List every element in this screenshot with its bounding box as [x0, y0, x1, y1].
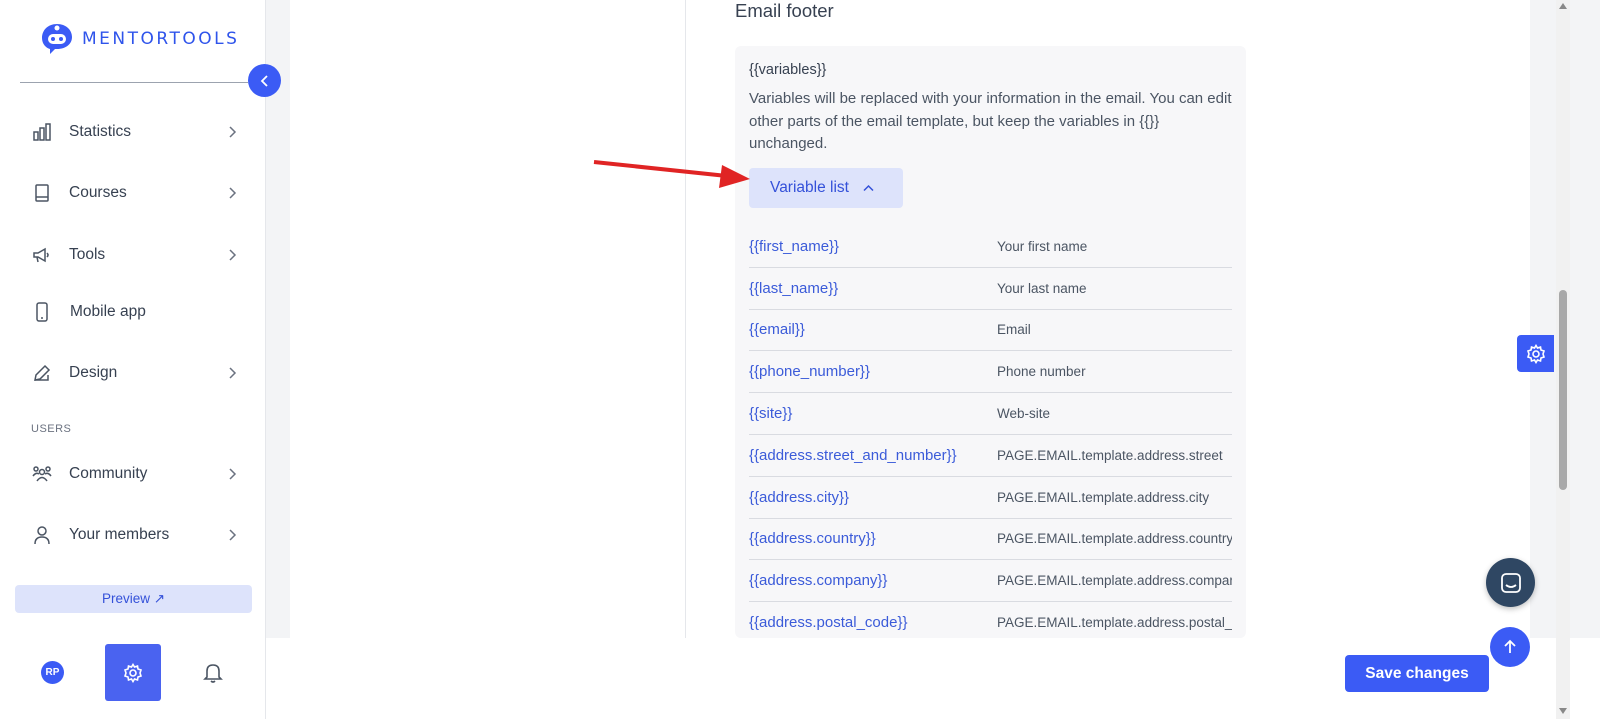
- save-changes-button[interactable]: Save changes: [1345, 655, 1489, 692]
- bar-chart-icon: [32, 122, 52, 142]
- chevron-left-icon: [260, 74, 268, 87]
- table-row: {{address.street_and_number}} PAGE.EMAIL.…: [749, 435, 1232, 477]
- preview-button[interactable]: Preview ↗: [15, 585, 252, 613]
- chevron-right-icon: [229, 249, 237, 261]
- email-footer-title: Email footer: [735, 0, 834, 21]
- table-row: {{last_name}} Your last name: [749, 268, 1232, 310]
- table-row: {{address.postal_code}} PAGE.EMAIL.templa…: [749, 602, 1232, 638]
- column-divider: [685, 0, 686, 638]
- community-icon: [32, 464, 52, 484]
- sidebar-item-community[interactable]: Community: [32, 454, 238, 494]
- sidebar-item-your-members[interactable]: Your members: [32, 515, 238, 555]
- sidebar-item-label: Tools: [69, 246, 106, 263]
- variable-value: PAGE.EMAIL.template.address.city: [997, 489, 1210, 505]
- user-icon: [32, 525, 52, 545]
- table-row: {{address.company}} PAGE.EMAIL.template.a…: [749, 560, 1232, 603]
- bell-icon[interactable]: [202, 661, 224, 683]
- variable-value: Your last name: [997, 280, 1087, 296]
- variable-list-label: Variable list: [770, 179, 849, 196]
- mobile-icon: [32, 302, 52, 322]
- floating-settings-button[interactable]: [1517, 335, 1554, 372]
- chevron-right-icon: [229, 367, 237, 379]
- scrollbar[interactable]: [1556, 0, 1570, 719]
- variable-key[interactable]: {{address.company}}: [749, 572, 997, 589]
- variable-value: PAGE.EMAIL.template.address.country: [997, 531, 1232, 547]
- gear-icon: [1526, 343, 1545, 364]
- variable-key[interactable]: {{address.city}}: [749, 489, 997, 506]
- variable-list-toggle[interactable]: Variable list: [749, 168, 903, 208]
- variable-table: {{first_name}} Your first name {{last_nam…: [749, 226, 1232, 638]
- variable-key[interactable]: {{first_name}}: [749, 238, 997, 255]
- chevron-right-icon: [229, 187, 237, 199]
- sidebar-item-statistics[interactable]: Statistics: [32, 112, 238, 152]
- sidebar-item-tools[interactable]: Tools: [32, 235, 238, 275]
- sidebar-item-design[interactable]: Design: [32, 353, 238, 393]
- pencil-icon: [32, 363, 52, 383]
- variable-value: PAGE.EMAIL.template.address.postal_code: [997, 615, 1232, 631]
- sidebar-item-label: Community: [69, 465, 148, 482]
- table-row: {{address.city}} PAGE.EMAIL.template.addr…: [749, 477, 1232, 519]
- variable-value: Phone number: [997, 364, 1086, 380]
- variable-value: Email: [997, 322, 1031, 338]
- table-row: {{address.country}} PAGE.EMAIL.template.a…: [749, 519, 1232, 561]
- gear-icon: [123, 662, 143, 683]
- settings-button[interactable]: [105, 644, 161, 701]
- megaphone-icon: [32, 245, 52, 265]
- chat-button[interactable]: [1486, 558, 1535, 607]
- annotation-arrow-icon: [593, 160, 750, 188]
- avatar[interactable]: RP: [41, 661, 64, 684]
- variable-key[interactable]: {{address.country}}: [749, 530, 997, 547]
- scroll-to-top-button[interactable]: [1490, 627, 1530, 667]
- scrollbar-thumb[interactable]: [1559, 290, 1567, 490]
- book-icon: [32, 183, 52, 203]
- brand-name: MENTORTOOLS: [82, 29, 240, 49]
- table-row: {{site}} Web-site: [749, 393, 1232, 435]
- chat-icon: [1500, 572, 1521, 593]
- variable-key[interactable]: {{phone_number}}: [749, 363, 997, 380]
- chevron-right-icon: [229, 529, 237, 541]
- variable-key[interactable]: {{address.street_and_number}}: [749, 447, 997, 464]
- variable-value: Your first name: [997, 238, 1088, 254]
- sidebar-item-label: Courses: [69, 184, 127, 201]
- chevron-up-icon: [863, 184, 874, 191]
- arrow-up-icon: [1504, 639, 1516, 653]
- variable-key[interactable]: {{site}}: [749, 405, 997, 422]
- sidebar-item-label: Statistics: [69, 123, 132, 140]
- chevron-right-icon: [229, 468, 237, 480]
- variable-value: Web-site: [997, 406, 1051, 422]
- logo-icon: [42, 24, 72, 54]
- users-section-label: USERS: [31, 423, 72, 435]
- variables-description: Variables will be replaced with your inf…: [749, 90, 1232, 152]
- variables-panel: {{variables}} Variables will be replaced…: [735, 46, 1246, 638]
- sidebar-item-label: Mobile app: [70, 303, 146, 320]
- sidebar-item-label: Your members: [69, 526, 170, 543]
- sidebar: MENTORTOOLS Statistics Courses Tools Mob…: [0, 0, 266, 719]
- collapse-sidebar-button[interactable]: [248, 64, 281, 97]
- divider: [20, 82, 248, 83]
- variable-value: PAGE.EMAIL.template.address.street: [997, 447, 1223, 463]
- variables-heading: {{variables}}: [749, 62, 827, 78]
- sidebar-item-courses[interactable]: Courses: [32, 173, 238, 213]
- sidebar-item-label: Design: [69, 364, 118, 381]
- logo[interactable]: MENTORTOOLS: [40, 22, 239, 56]
- sidebar-item-mobile-app[interactable]: Mobile app: [32, 292, 238, 332]
- variable-key[interactable]: {{address.postal_code}}: [749, 614, 997, 631]
- chevron-right-icon: [229, 126, 237, 138]
- variable-value: PAGE.EMAIL.template.address.company: [997, 573, 1232, 589]
- table-row: {{first_name}} Your first name: [749, 226, 1232, 268]
- scroll-down-icon[interactable]: [1559, 708, 1567, 714]
- variable-key[interactable]: {{last_name}}: [749, 280, 997, 297]
- table-row: {{phone_number}} Phone number: [749, 351, 1232, 394]
- table-row: {{email}} Email: [749, 310, 1232, 352]
- scroll-up-icon[interactable]: [1559, 3, 1567, 9]
- variable-key[interactable]: {{email}}: [749, 321, 997, 338]
